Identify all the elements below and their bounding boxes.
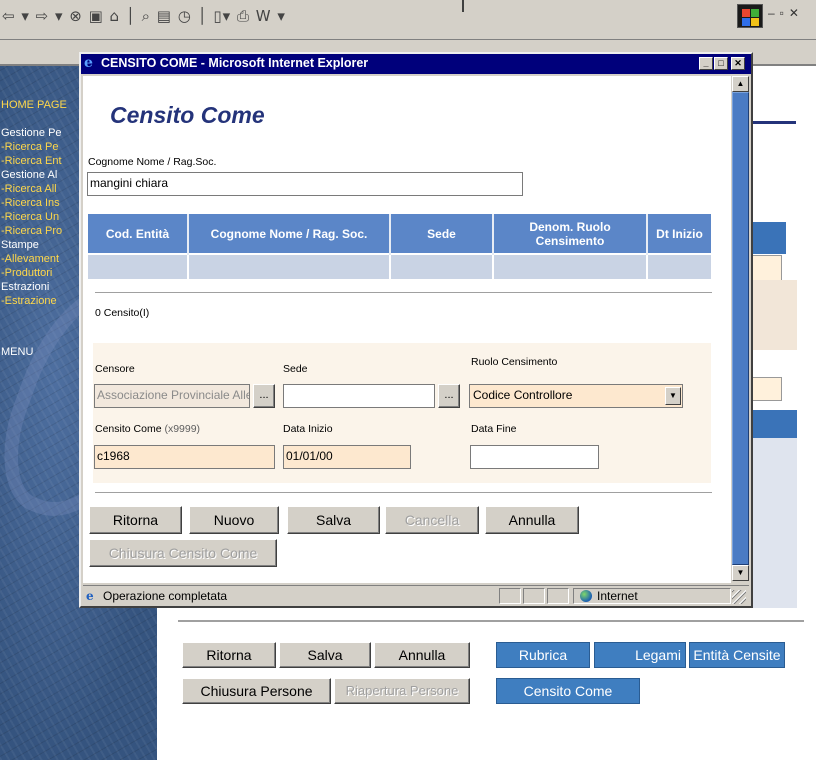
globe-icon — [580, 590, 592, 602]
separator-top — [95, 292, 712, 294]
sidebar-item-home[interactable]: HOME PAGE — [0, 98, 157, 112]
censito-come-hint: (x9999) — [164, 423, 201, 435]
censore-label: Censore — [95, 363, 135, 375]
data-fine-label: Data Fine — [471, 423, 517, 435]
bg-table-body — [752, 438, 797, 608]
resize-grip-icon[interactable] — [732, 590, 746, 604]
bg-input[interactable] — [752, 255, 782, 281]
col-ruolo[interactable]: Denom. Ruolo Censimento — [493, 214, 648, 254]
bg-chiusura-persone-button[interactable]: Chiusura Persone — [182, 678, 331, 704]
cancella-button: Cancella — [385, 506, 479, 534]
scroll-down-icon[interactable]: ▼ — [732, 565, 749, 581]
sidebar-item-ricerca-pro[interactable]: -Ricerca Pro — [0, 224, 157, 238]
salva-button[interactable]: Salva — [287, 506, 380, 534]
bg-ritorna-button[interactable]: Ritorna — [182, 642, 276, 668]
censore-field: Associazione Provinciale Alle — [94, 384, 250, 408]
sidebar-item-estrazione[interactable]: -Estrazione — [0, 294, 157, 308]
sidebar-item-ricerca-all[interactable]: -Ricerca All — [0, 182, 157, 196]
col-dt-inizio[interactable]: Dt Inizio — [647, 214, 711, 254]
window-divider — [462, 0, 464, 12]
sidebar-item-estrazioni: Estrazioni — [1, 281, 50, 293]
sede-lookup-button[interactable]: ... — [438, 384, 460, 408]
table-cell — [647, 253, 711, 279]
ie-icon: e — [84, 55, 93, 71]
result-count: 0 Censito(I) — [95, 307, 150, 319]
sidebar-item-allevamenti[interactable]: -Allevament — [0, 252, 157, 266]
bg-table-header — [752, 222, 786, 254]
ruolo-select-value: Codice Controllore — [473, 388, 573, 402]
data-inizio-field[interactable]: 01/01/00 — [283, 445, 411, 469]
sidebar-item-gestione-pe: Gestione Pe — [1, 127, 62, 139]
ruolo-select[interactable]: Codice Controllore ▼ — [469, 384, 683, 408]
col-cognome-nome[interactable]: Cognome Nome / Rag. Soc. — [188, 214, 391, 254]
bg-separator — [178, 620, 804, 622]
status-cell — [499, 588, 521, 604]
sidebar-item-produttori[interactable]: -Produttori — [0, 266, 157, 280]
sidebar-item-ricerca-ins[interactable]: -Ricerca Ins — [0, 196, 157, 210]
popup-content: Censito Come Cognome Nome / Rag.Soc. man… — [83, 76, 731, 583]
scroll-up-icon[interactable]: ▲ — [732, 76, 749, 92]
censito-come-field[interactable]: c1968 — [94, 445, 275, 469]
bg-table-header-2 — [752, 410, 797, 438]
table-cell — [188, 253, 391, 279]
censito-come-label-text: Censito Come — [95, 423, 162, 435]
table-cell — [390, 253, 494, 279]
sidebar-item-ricerca-un[interactable]: -Ricerca Un — [0, 210, 157, 224]
vertical-scrollbar[interactable]: ▲ ▼ — [732, 76, 749, 583]
sidebar-menu[interactable]: MENU — [0, 345, 157, 359]
bg-legami-button[interactable]: Legami — [594, 642, 686, 668]
bg-panel — [752, 280, 797, 350]
popup-window-title: CENSITO COME - Microsoft Internet Explor… — [101, 56, 369, 70]
status-text: Operazione completata — [103, 589, 228, 603]
close-icon[interactable]: ✕ — [731, 57, 745, 70]
popup-window: e CENSITO COME - Microsoft Internet Expl… — [79, 52, 753, 608]
bg-annulla-button[interactable]: Annulla — [374, 642, 470, 668]
browser-toolbar: ⇦ ▾ ⇨ ▾ ⊗ ▣ ⌂ │ ⌕ ▤ ◷ │ ▯▾ ⎙ W ▾ –▫✕ — [0, 0, 816, 40]
bg-entita-censite-button[interactable]: Entità Censite — [689, 642, 785, 668]
bg-salva-button[interactable]: Salva — [279, 642, 371, 668]
maximize-icon[interactable]: □ — [714, 57, 728, 70]
annulla-button[interactable]: Annulla — [485, 506, 579, 534]
sidebar-item-gestione-al: Gestione Al — [1, 169, 58, 181]
table-row — [88, 253, 711, 279]
bg-input-2[interactable] — [752, 377, 782, 401]
sidebar-item-ricerca-ent[interactable]: -Ricerca Ent — [0, 154, 157, 168]
popup-titlebar[interactable]: e CENSITO COME - Microsoft Internet Expl… — [81, 54, 751, 74]
bg-censito-come-button[interactable]: Censito Come — [496, 678, 640, 704]
table-header-row: Cod. Entità Cognome Nome / Rag. Soc. Sed… — [88, 214, 711, 254]
table-cell — [493, 253, 648, 279]
status-bar: e Operazione completata Internet — [83, 585, 749, 605]
nuovo-button[interactable]: Nuovo — [189, 506, 279, 534]
bg-riapertura-persone-button: Riapertura Persone — [334, 678, 470, 704]
bg-rubrica-button[interactable]: Rubrica — [496, 642, 590, 668]
page-loaded-icon: e — [86, 589, 94, 603]
data-fine-field[interactable] — [470, 445, 599, 469]
ruolo-label: Ruolo Censimento — [471, 356, 558, 368]
minimize-icon[interactable]: _ — [699, 57, 713, 70]
security-zone: Internet — [597, 589, 638, 603]
sidebar-item-stampe: Stampe — [1, 239, 39, 251]
separator-bottom — [95, 492, 712, 494]
data-inizio-label: Data Inizio — [283, 423, 333, 435]
sede-label: Sede — [283, 363, 308, 375]
status-cell — [523, 588, 545, 604]
chiusura-censito-come-button: Chiusura Censito Come — [89, 539, 277, 567]
col-sede[interactable]: Sede — [390, 214, 494, 254]
sidebar-item-ricerca-pe[interactable]: -Ricerca Pe — [0, 140, 157, 154]
page-title-rule — [748, 121, 796, 124]
window-controls-icon[interactable]: –▫✕ — [768, 6, 804, 20]
censore-lookup-button[interactable]: ... — [253, 384, 275, 408]
sede-field[interactable] — [283, 384, 435, 408]
scroll-thumb[interactable] — [732, 92, 749, 565]
status-cell — [547, 588, 569, 604]
ritorna-button[interactable]: Ritorna — [89, 506, 182, 534]
toolbar-icons[interactable]: ⇦ ▾ ⇨ ▾ ⊗ ▣ ⌂ │ ⌕ ▤ ◷ │ ▯▾ ⎙ W ▾ — [2, 7, 286, 25]
censito-come-label: Censito Come (x9999) — [95, 423, 200, 435]
windows-logo-icon — [737, 4, 763, 28]
results-table: Cod. Entità Cognome Nome / Rag. Soc. Sed… — [88, 214, 711, 279]
chevron-down-icon[interactable]: ▼ — [665, 387, 681, 405]
